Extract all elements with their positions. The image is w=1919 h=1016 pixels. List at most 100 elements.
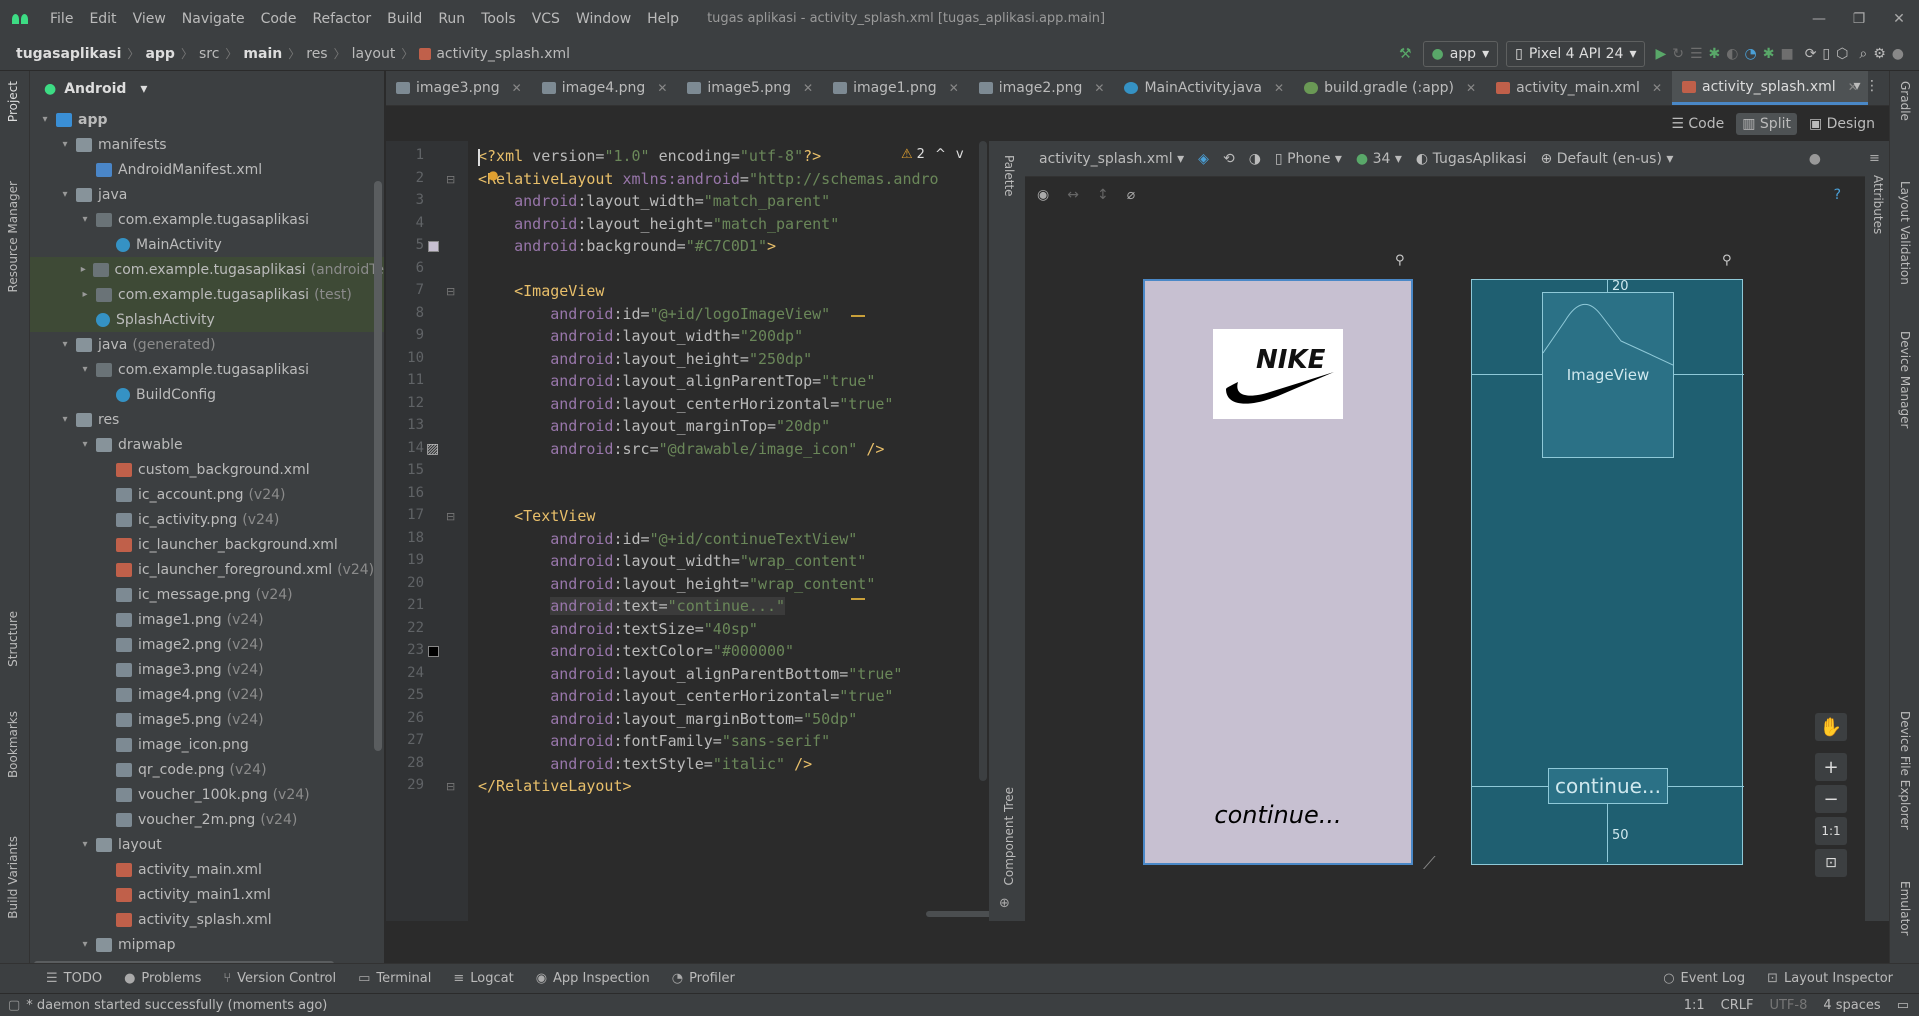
tool-window-button[interactable]: ◉ App Inspection [536,971,650,986]
editor-tab[interactable]: activity_main.xml ✕ [1486,71,1672,105]
stop-icon[interactable]: ■ [1780,41,1793,67]
tree-item[interactable]: ▸ com.example.tugasaplikasi (test) [30,282,384,307]
inspection-widget[interactable]: ⚠ 2 ^ v [901,147,964,162]
device-type-select[interactable]: ▯ Phone ▾ [1275,151,1342,167]
fold-icon[interactable]: ⊟ [446,780,455,793]
breadcrumb-item[interactable]: app [145,46,179,62]
night-mode-icon[interactable]: ◑ [1249,151,1261,167]
fold-icon[interactable]: ⊟ [446,510,455,523]
fold-icon[interactable]: ⊟ [446,173,455,186]
code-line[interactable]: android:layout_centerHorizontal="true" [478,395,893,413]
tool-window-button[interactable]: ⑂ Version Control [223,971,336,986]
tabs-overflow-icon[interactable]: ▾ ⋮ [1854,78,1879,94]
tree-item[interactable]: ▾ res [30,407,384,432]
code-line[interactable]: android:layout_height="wrap_content" [478,575,875,593]
menu-view[interactable]: View [125,11,174,27]
code-line[interactable]: android:layout_height="250dp" [478,350,812,368]
expand-arrow-icon[interactable]: ▾ [58,189,72,200]
tree-item[interactable]: image2.png (v24) [30,632,384,657]
tool-window-button[interactable]: ○ Event Log [1663,971,1745,986]
breadcrumb-item[interactable]: src [199,46,223,62]
status-toggle-icon[interactable]: ▢ [8,998,20,1013]
sdk-manager-icon[interactable]: ⬡ [1836,41,1848,67]
code-line[interactable]: android:layout_height="match_parent" [478,215,839,233]
tree-item[interactable]: MainActivity [30,232,384,257]
layout-canvas[interactable]: ⚲ ⚲ NIKE continue... ⟋ ImageView 20 cont… [1025,213,1865,921]
project-tool-tab[interactable]: Project [6,81,20,122]
tool-window-button[interactable]: ☰ TODO [46,971,102,986]
run-icon[interactable]: ▶ [1655,41,1666,67]
code-line[interactable]: android:textSize="40sp" [478,620,758,638]
component-tree-tab[interactable]: Component Tree [1002,787,1016,885]
design-mode-button[interactable]: ▣ Design [1803,113,1881,135]
tree-item[interactable]: custom_background.xml [30,457,384,482]
file-encoding[interactable]: UTF-8 [1769,998,1807,1013]
sync-gradle-icon[interactable]: ⟳ [1805,41,1817,67]
menu-refactor[interactable]: Refactor [304,11,379,27]
theme-select[interactable]: ◐ TugasAplikasi [1416,151,1527,167]
vertical-resize-icon[interactable]: ↕ [1097,187,1109,203]
menu-build[interactable]: Build [379,11,430,27]
code-line[interactable]: android:text="continue..." [478,597,786,615]
view-options-eye-icon[interactable]: ◉ [1037,187,1049,203]
code-line[interactable]: android:layout_width="wrap_content" [478,552,866,570]
tree-item[interactable]: image4.png (v24) [30,682,384,707]
editor-tab[interactable]: MainActivity.java ✕ [1114,71,1294,105]
apply-changes-icon[interactable]: ☰ [1690,41,1703,67]
tree-item[interactable]: activity_splash.xml [30,907,384,932]
code-line[interactable]: android:textStyle="italic" /> [478,755,812,773]
code-line[interactable]: android:id="@+id/logoImageView" [478,305,830,323]
menu-run[interactable]: Run [430,11,473,27]
search-icon[interactable]: ⌕ [1859,41,1867,67]
rerun-icon[interactable]: ↻ [1672,41,1684,67]
tree-item[interactable]: ▾ com.example.tugasaplikasi [30,207,384,232]
profile-icon[interactable]: ◔ [1745,41,1757,67]
tool-window-button[interactable]: ⊡ Layout Inspector [1767,971,1893,986]
expand-arrow-icon[interactable]: ▾ [58,339,72,350]
tree-item[interactable]: image3.png (v24) [30,657,384,682]
expand-arrow-icon[interactable]: ▾ [78,839,92,850]
tree-item[interactable]: ▾ layout [30,832,384,857]
tool-window-button[interactable]: ≡ Logcat [453,971,513,986]
code-line[interactable]: <?xml version="1.0" encoding="utf-8"?> [478,147,821,165]
code-line[interactable]: <TextView [478,507,595,525]
tree-item[interactable]: voucher_2m.png (v24) [30,807,384,832]
continue-text-view[interactable]: continue... [1145,801,1411,829]
menu-code[interactable]: Code [253,11,305,27]
close-tab-icon[interactable]: ✕ [1094,81,1104,95]
expand-arrow-icon[interactable]: ▸ [78,264,89,275]
menu-edit[interactable]: Edit [81,11,124,27]
code-line[interactable]: android:layout_marginBottom="50dp" [478,710,857,728]
menu-file[interactable]: File [42,11,81,27]
tree-item[interactable]: ic_launcher_background.xml [30,532,384,557]
zoom-actual-size-button[interactable]: 1:1 [1815,817,1847,845]
close-tab-icon[interactable]: ✕ [512,81,522,95]
project-view-selector[interactable]: ● Android ▾ [30,71,384,107]
debug-icon[interactable]: ✱ [1709,41,1721,67]
device-select[interactable]: ▯ Pixel 4 API 24 ▾ [1506,41,1646,67]
magnet-off-icon[interactable]: ⌀ [1127,187,1135,203]
editor-tab[interactable]: image4.png ✕ [532,71,678,105]
expand-arrow-icon[interactable]: ▾ [78,364,92,375]
wrench-icon[interactable]: ⚲ [1395,253,1405,268]
tree-item[interactable]: ▾ manifests [30,132,384,157]
settings-gear-icon[interactable]: ⚙ [1873,41,1886,67]
close-tab-icon[interactable]: ✕ [1274,81,1284,95]
image-preview-icon[interactable]: ▨ [426,441,439,457]
locale-select[interactable]: ⊕ Default (en-us) ▾ [1541,151,1674,167]
run-config-select[interactable]: ● app ▾ [1422,41,1499,67]
tree-item[interactable]: ▾ mipmap [30,932,384,957]
code-line[interactable]: android:layout_alignParentTop="true" [478,372,875,390]
tree-item[interactable]: image1.png (v24) [30,607,384,632]
menu-vcs[interactable]: VCS [524,11,568,27]
line-separator[interactable]: CRLF [1721,998,1754,1013]
blueprint-view[interactable]: ImageView 20 continue... 50 [1471,279,1744,865]
code-editor[interactable]: 1 2 3 4 5 6 7 8 9 10 11 12 13 14 15 16 17 18 19 20 21 22 23 24 2… [386,141,1116,921]
tree-item[interactable]: AndroidManifest.xml [30,157,384,182]
code-line[interactable]: android:layout_centerHorizontal="true" [478,687,893,705]
code-line[interactable]: <RelativeLayout xmlns:android="http://sc… [478,170,939,188]
code-line[interactable]: android:background="#C7C0D1"> [478,237,776,255]
tree-item[interactable]: ▾ java (generated) [30,332,384,357]
color-swatch-icon[interactable] [428,241,439,252]
minimize-icon[interactable]: — [1799,0,1839,37]
